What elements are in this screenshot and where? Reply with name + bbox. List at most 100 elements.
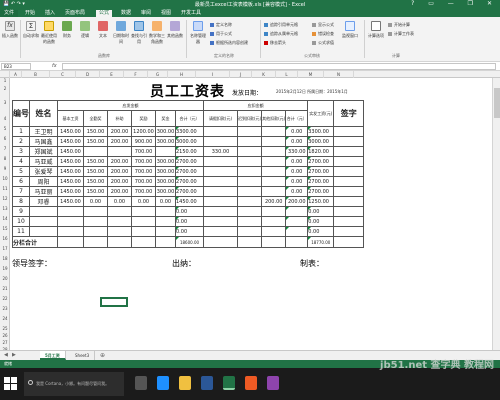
tab-next-icon[interactable]: ▶ (12, 351, 16, 360)
table-cell-dtotal[interactable]: 0.00 (285, 176, 309, 187)
table-cell-base[interactable]: 1450.00 (57, 156, 84, 167)
table-cell-other[interactable] (261, 156, 287, 167)
table-cell-base[interactable] (57, 226, 84, 237)
table-cell-sign[interactable] (333, 216, 365, 227)
table-cell-dtotal[interactable]: 330.00 (285, 146, 309, 157)
column-header[interactable]: J (230, 71, 252, 78)
table-cell[interactable] (131, 236, 156, 248)
table-cell-dtotal[interactable]: 0.00 (285, 126, 309, 137)
table-cell-total[interactable]: 3300.00 (175, 126, 204, 137)
header-attendance[interactable]: 全勤奖 (83, 110, 108, 127)
table-cell-leave[interactable] (203, 156, 238, 167)
table-cell-late[interactable] (236, 186, 263, 197)
table-cell-sign[interactable] (333, 136, 365, 147)
table-cell-actual[interactable]: 1250.00 (307, 196, 335, 207)
column-header[interactable]: B (22, 71, 50, 78)
table-cell-actual[interactable]: 3300.00 (307, 126, 335, 137)
row-header[interactable]: 13 (0, 206, 10, 211)
table-cell-other[interactable] (261, 166, 287, 177)
table-cell-total[interactable]: 0.00 (175, 226, 204, 237)
subtotal-pay[interactable]: 18600.00 (175, 236, 204, 248)
header-name[interactable]: 姓名 (29, 100, 58, 127)
table-cell[interactable] (285, 236, 309, 248)
table-cell-total[interactable]: 3000.00 (175, 136, 204, 147)
header-leave[interactable]: 请假扣款(元) (203, 110, 238, 127)
table-cell-name[interactable] (29, 216, 58, 227)
table-cell-no[interactable]: 2 (12, 136, 30, 147)
row-header[interactable]: 6 (0, 136, 10, 141)
row-header[interactable]: 12 (0, 196, 10, 201)
table-cell-no[interactable]: 10 (12, 216, 30, 227)
table-cell-sub[interactable]: 200.00 (107, 136, 132, 147)
column-header[interactable]: N (324, 71, 354, 78)
header-actual[interactable]: 实发工资(元) (307, 100, 335, 127)
table-cell-name[interactable]: 张爱琴 (29, 166, 58, 177)
table-cell[interactable] (57, 236, 84, 248)
table-cell-dtotal[interactable]: 0.00 (285, 136, 309, 147)
active-cell[interactable] (100, 297, 128, 307)
table-cell-bonus[interactable] (155, 226, 176, 237)
table-cell-dtotal[interactable]: 0.00 (285, 166, 309, 177)
table-cell-reward[interactable]: 0.00 (131, 196, 156, 207)
table-cell-name[interactable]: 马亚威 (29, 156, 58, 167)
row-header[interactable]: 5 (0, 126, 10, 131)
table-cell-bonus[interactable]: 300.00 (155, 136, 176, 147)
use-in-formula-button[interactable]: 用于公式 (210, 31, 232, 37)
table-cell-other[interactable] (261, 186, 287, 197)
row-header[interactable]: 16 (0, 236, 10, 241)
vertical-scrollbar[interactable] (492, 78, 500, 350)
table-cell-full[interactable] (83, 216, 108, 227)
table-cell-sign[interactable] (333, 156, 365, 167)
tab-page-layout[interactable]: 页面布局 (62, 10, 88, 17)
column-header[interactable]: I (196, 71, 230, 78)
table-cell-name[interactable]: 王卫明 (29, 126, 58, 137)
table-cell-full[interactable]: 150.00 (83, 166, 108, 177)
table-cell-full[interactable]: 150.00 (83, 176, 108, 187)
table-cell[interactable] (203, 236, 238, 248)
table-cell-bonus[interactable]: 300.00 (155, 156, 176, 167)
table-cell-late[interactable] (236, 216, 263, 227)
column-header[interactable]: K (252, 71, 276, 78)
table-cell-leave[interactable] (203, 126, 238, 137)
table-cell-sub[interactable]: 200.00 (107, 176, 132, 187)
tab-insert[interactable]: 插入 (42, 10, 58, 17)
header-no[interactable]: 编号 (12, 100, 30, 127)
row-header[interactable]: 17 (0, 246, 10, 251)
table-cell-sub[interactable]: 200.00 (107, 156, 132, 167)
row-header[interactable]: 3 (0, 100, 10, 105)
table-cell-bonus[interactable]: 300.00 (155, 186, 176, 197)
table-cell-sign[interactable] (333, 226, 365, 237)
row-header[interactable]: 23 (0, 306, 10, 311)
table-cell-actual[interactable]: 2700.00 (307, 156, 335, 167)
table-cell-sign[interactable] (333, 126, 365, 137)
table-cell-reward[interactable] (131, 206, 156, 217)
tab-formulas[interactable]: 公式 (96, 10, 113, 17)
table-cell-other[interactable] (261, 176, 287, 187)
table-cell-sign[interactable] (333, 206, 365, 217)
table-cell-leave[interactable] (203, 136, 238, 147)
calculate-sheet-button[interactable]: 计算工作表 (388, 31, 414, 37)
table-cell-no[interactable]: 6 (12, 176, 30, 187)
table-cell-full[interactable]: 150.00 (83, 126, 108, 137)
table-cell-leave[interactable] (203, 226, 238, 237)
table-cell-base[interactable]: 1450.00 (57, 186, 84, 197)
row-header[interactable]: 15 (0, 226, 10, 231)
window-controls[interactable]: ? ▭ — ❐ ✕ (411, 0, 498, 7)
row-header[interactable]: 19 (0, 266, 10, 271)
table-cell-other[interactable] (261, 206, 287, 217)
table-cell-no[interactable]: 1 (12, 126, 30, 137)
table-cell-sub[interactable] (107, 216, 132, 227)
row-header[interactable]: 26 (0, 333, 10, 338)
table-cell-sub[interactable] (107, 226, 132, 237)
name-box[interactable]: B23 (1, 63, 31, 70)
table-cell-bonus[interactable]: 300.00 (155, 166, 176, 177)
worksheet[interactable]: 员工工资表 发放日期： 2015年2月12日 所属日期：2015年1月 编号 姓… (10, 78, 492, 350)
header-reward[interactable]: 奖励 (131, 110, 156, 127)
table-cell-reward[interactable]: 1200.00 (131, 126, 156, 137)
table-cell-leave[interactable]: 330.00 (203, 146, 238, 157)
tab-data[interactable]: 数据 (118, 10, 134, 17)
financial-button[interactable]: 财务 (59, 21, 75, 39)
row-header[interactable]: 4 (0, 116, 10, 121)
table-cell-total[interactable]: 2700.00 (175, 176, 204, 187)
trace-precedents-button[interactable]: 追踪引用单元格 (264, 22, 298, 28)
